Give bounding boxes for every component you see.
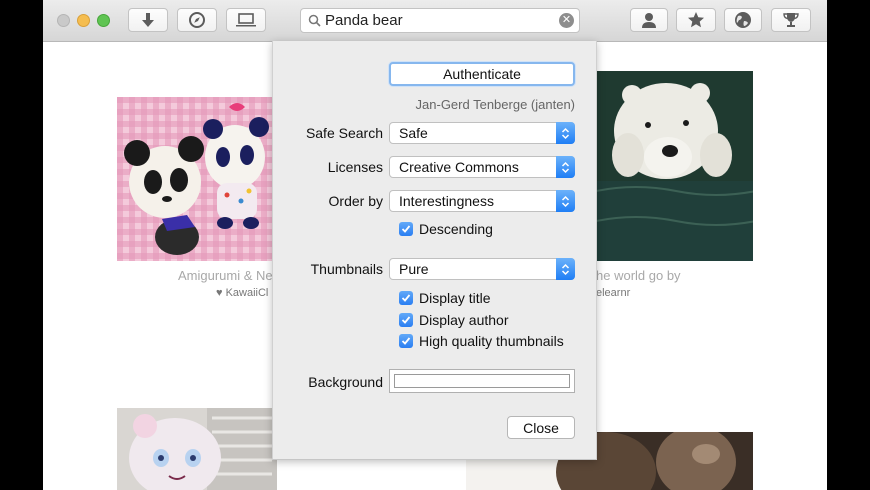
user-name-label: Jan-Gerd Tenberge (janten) xyxy=(415,97,575,112)
order-by-select[interactable]: Interestingness xyxy=(389,190,575,212)
display-title-checkbox[interactable]: Display title xyxy=(399,290,491,306)
person-icon xyxy=(642,12,656,28)
safe-search-select[interactable]: Safe xyxy=(389,122,575,144)
app-window: ✕ xyxy=(43,0,827,490)
search-field[interactable]: ✕ xyxy=(300,8,580,33)
safe-search-value: Safe xyxy=(399,125,428,141)
display-author-label: Display author xyxy=(419,312,509,328)
photo-caption: Amigurumi & Ne xyxy=(178,268,273,283)
laptop-icon xyxy=(236,13,256,27)
polar-bear-image xyxy=(596,71,753,261)
photo-author[interactable]: ♥ KawaiiCl xyxy=(216,287,268,299)
up-down-arrows-icon xyxy=(556,156,575,178)
thumbnails-select[interactable]: Pure xyxy=(389,258,575,280)
display-author-checkbox[interactable]: Display author xyxy=(399,312,509,328)
close-button[interactable]: Close xyxy=(507,416,575,439)
up-down-arrows-icon xyxy=(556,190,575,212)
high-quality-thumbnails-checkbox[interactable]: High quality thumbnails xyxy=(399,333,564,349)
background-color-well[interactable] xyxy=(389,369,575,393)
photo-caption: he world go by xyxy=(596,268,681,283)
order-by-label: Order by xyxy=(328,193,383,209)
background-label: Background xyxy=(308,374,383,390)
window-minimize-button[interactable] xyxy=(77,14,90,27)
photo-thumbnail[interactable] xyxy=(117,408,277,490)
favorites-button[interactable] xyxy=(676,8,716,32)
search-icon xyxy=(308,14,321,27)
window-close-button[interactable] xyxy=(57,14,70,27)
licenses-value: Creative Commons xyxy=(399,159,519,175)
background-color-swatch xyxy=(394,374,570,388)
display-title-label: Display title xyxy=(419,290,491,306)
slideshow-button[interactable] xyxy=(226,8,266,32)
thumbnails-label: Thumbnails xyxy=(310,261,383,277)
checkmark-icon xyxy=(399,222,413,236)
clear-search-icon[interactable]: ✕ xyxy=(559,13,574,28)
up-down-arrows-icon xyxy=(556,258,575,280)
checkmark-icon xyxy=(399,334,413,348)
checkmark-icon xyxy=(399,291,413,305)
toolbar: ✕ xyxy=(43,0,827,42)
search-options-panel: Authenticate Jan-Gerd Tenberge (janten) … xyxy=(272,41,597,460)
compass-icon xyxy=(189,12,205,28)
account-button[interactable] xyxy=(630,8,668,32)
window-maximize-button[interactable] xyxy=(97,14,110,27)
high-quality-thumbnails-label: High quality thumbnails xyxy=(419,333,564,349)
plush-keyboard-image xyxy=(117,408,277,490)
photo-thumbnail[interactable] xyxy=(596,71,753,261)
star-icon xyxy=(688,12,704,28)
globe-icon xyxy=(735,12,751,28)
checkmark-icon xyxy=(399,313,413,327)
photo-thumbnail[interactable] xyxy=(117,97,277,261)
up-down-arrows-icon xyxy=(556,122,575,144)
descending-checkbox[interactable]: Descending xyxy=(399,221,493,237)
photo-author[interactable]: elearnr xyxy=(596,287,630,299)
licenses-select[interactable]: Creative Commons xyxy=(389,156,575,178)
authenticate-button[interactable]: Authenticate xyxy=(389,62,575,86)
download-button[interactable] xyxy=(128,8,168,32)
search-input[interactable] xyxy=(325,11,550,30)
explore-button[interactable] xyxy=(177,8,217,32)
download-arrow-icon xyxy=(142,13,154,27)
safe-search-label: Safe Search xyxy=(305,125,383,141)
licenses-label: Licenses xyxy=(327,159,383,175)
trophy-icon xyxy=(783,13,799,27)
thumbnails-value: Pure xyxy=(399,261,429,277)
world-button[interactable] xyxy=(724,8,762,32)
descending-label: Descending xyxy=(419,221,493,237)
top-rated-button[interactable] xyxy=(771,8,811,32)
panda-plush-image xyxy=(117,97,277,261)
order-by-value: Interestingness xyxy=(399,193,494,209)
